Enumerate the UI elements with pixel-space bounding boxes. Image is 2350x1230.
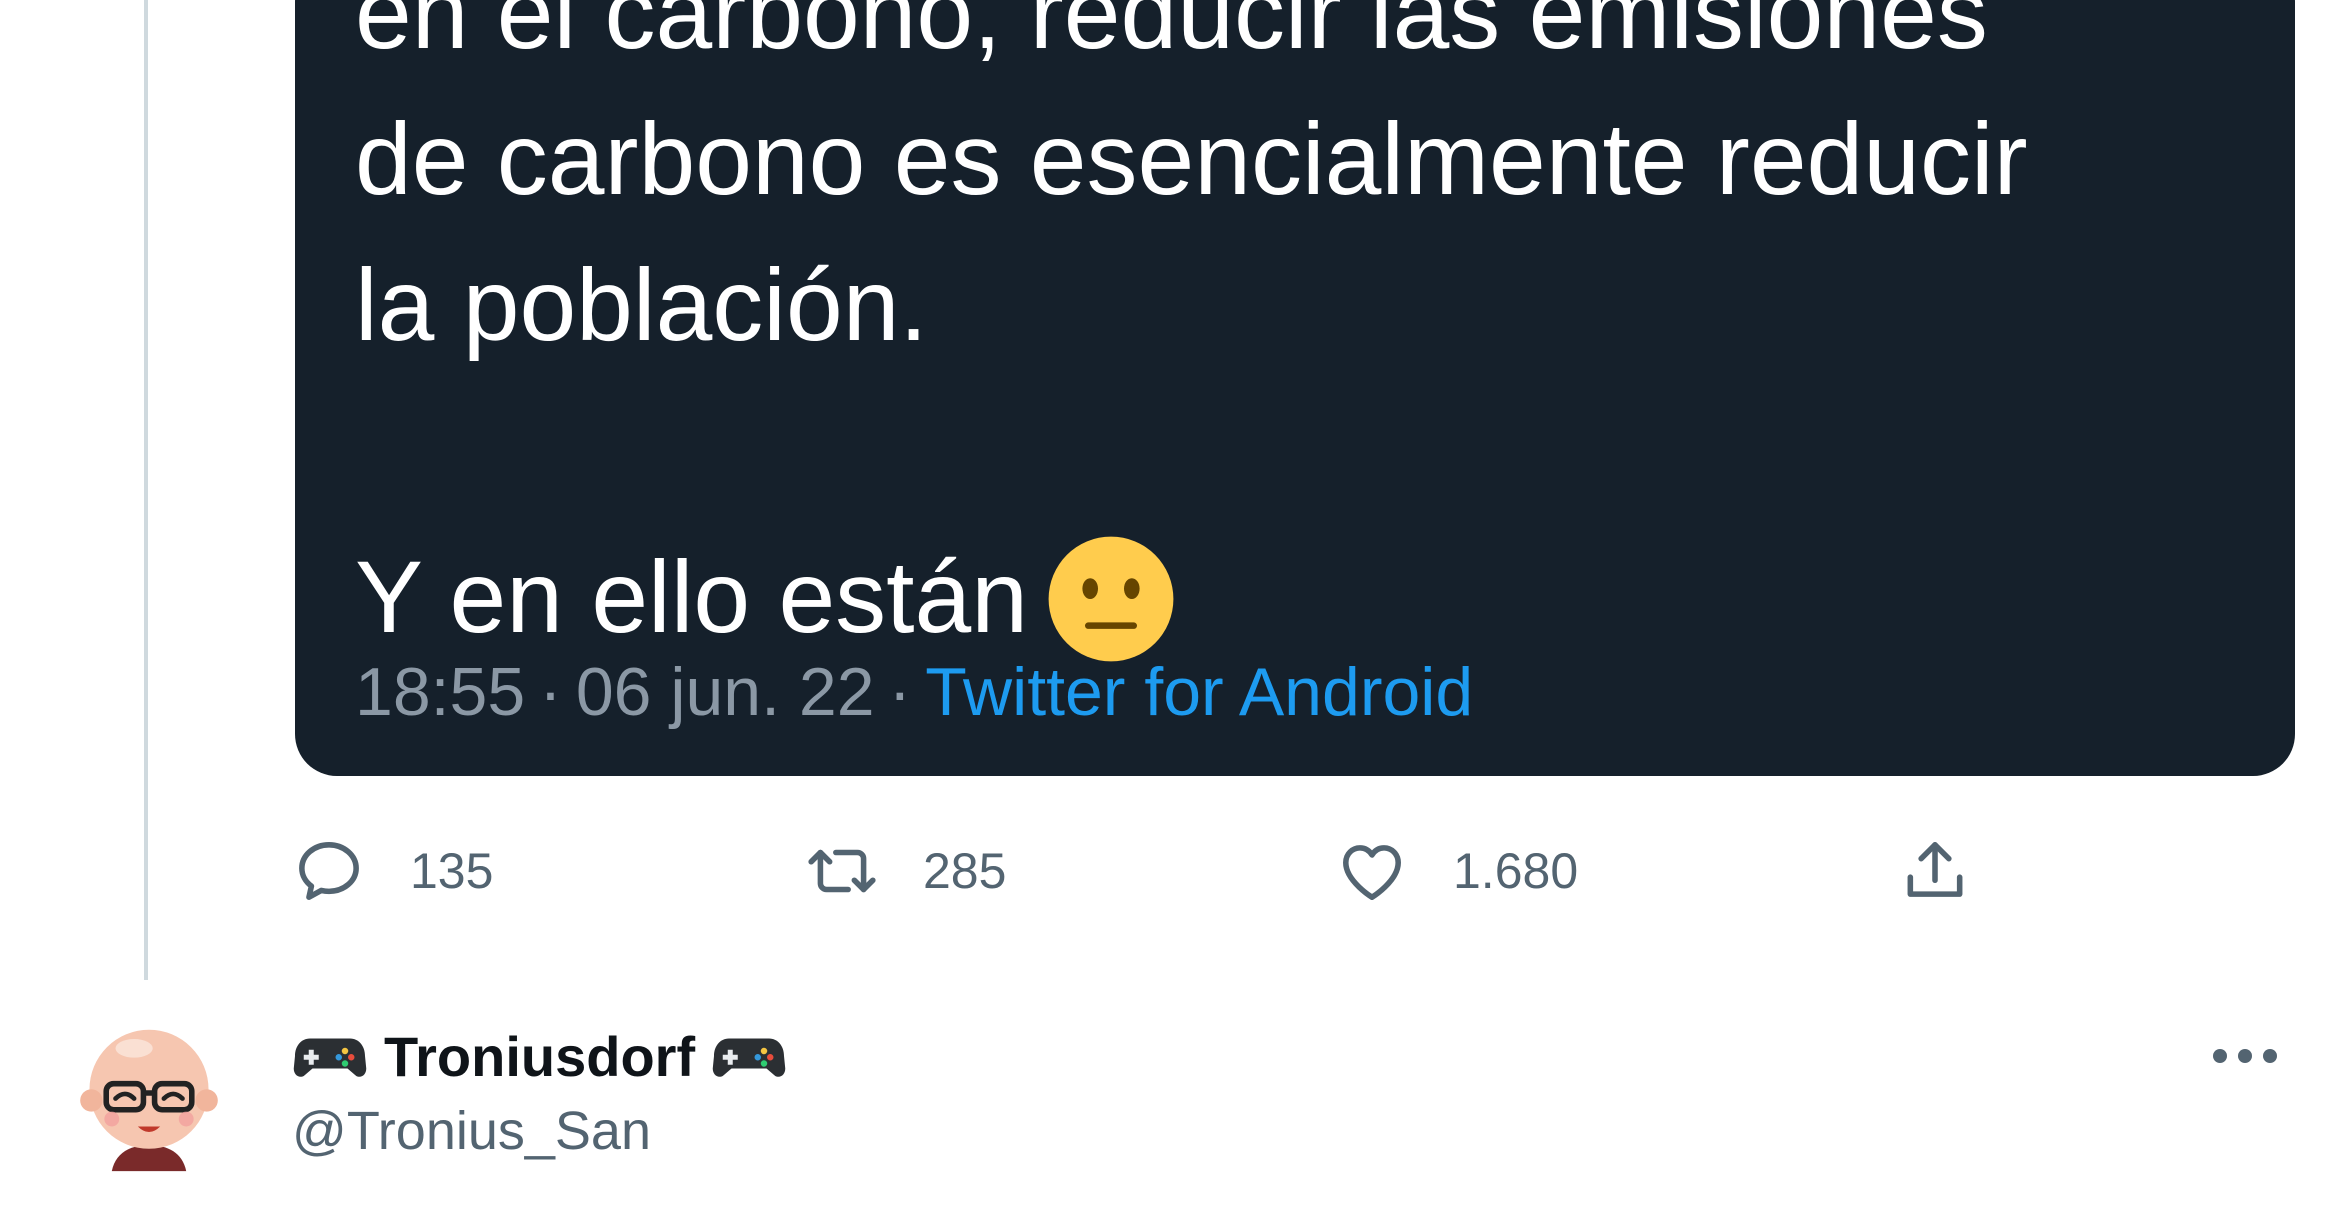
tweet-source-link[interactable]: Twitter for Android	[925, 654, 1473, 730]
quoted-tweet-card[interactable]: en el carbono, reducir las emisiones de …	[295, 0, 2295, 776]
reply-button[interactable]: 135	[292, 826, 493, 916]
paragraph-break	[355, 378, 2255, 524]
avatar-illustration	[56, 1000, 242, 1186]
tweet-text-line: la población.	[355, 248, 928, 362]
like-button[interactable]: 1.680	[1335, 826, 1578, 916]
separator: ·	[539, 654, 562, 730]
reply-author-avatar[interactable]	[56, 1000, 242, 1186]
game-controller-icon	[711, 1031, 787, 1081]
share-button[interactable]	[1898, 826, 1972, 916]
retweet-count: 285	[923, 843, 1007, 899]
reply-author-name: Troniusdorf	[384, 1024, 696, 1088]
tweet-action-bar: 135 285 1.680	[0, 826, 2350, 916]
retweet-button[interactable]: 285	[805, 826, 1006, 916]
neutral-face-emoji	[1048, 536, 1174, 662]
tweet-text: en el carbono, reducir las emisiones de …	[355, 0, 2255, 670]
tweet-text-line: en el carbono, reducir las emisiones	[355, 0, 1988, 70]
more-options-button[interactable]	[2200, 1026, 2290, 1086]
share-icon	[1907, 842, 1963, 897]
separator: ·	[888, 654, 912, 730]
tweet-thread-page: en el carbono, reducir las emisiones de …	[0, 0, 2350, 1230]
heart-icon	[1343, 845, 1401, 900]
reply-author-name-row[interactable]: Troniusdorf	[292, 1016, 787, 1096]
more-icon	[2213, 1049, 2277, 1063]
tweet-time[interactable]: 18:55	[355, 654, 525, 730]
tweet-date[interactable]: 06 jun. 22	[576, 654, 875, 730]
reply-author-handle[interactable]: @Tronius_San	[292, 1100, 651, 1162]
tweet-timestamp-row: 18:55 · 06 jun. 22 · Twitter for Android	[355, 652, 1473, 732]
reply-count: 135	[410, 843, 494, 899]
tweet-text-line: Y en ello están	[355, 524, 2255, 670]
reply-icon	[299, 842, 359, 900]
game-controller-icon	[292, 1031, 368, 1081]
retweet-icon	[808, 849, 876, 893]
tweet-text-line: de carbono es esencialmente reducir	[355, 102, 2028, 216]
tweet-text-fragment: Y en ello están	[355, 540, 1028, 654]
like-count: 1.680	[1453, 843, 1579, 899]
